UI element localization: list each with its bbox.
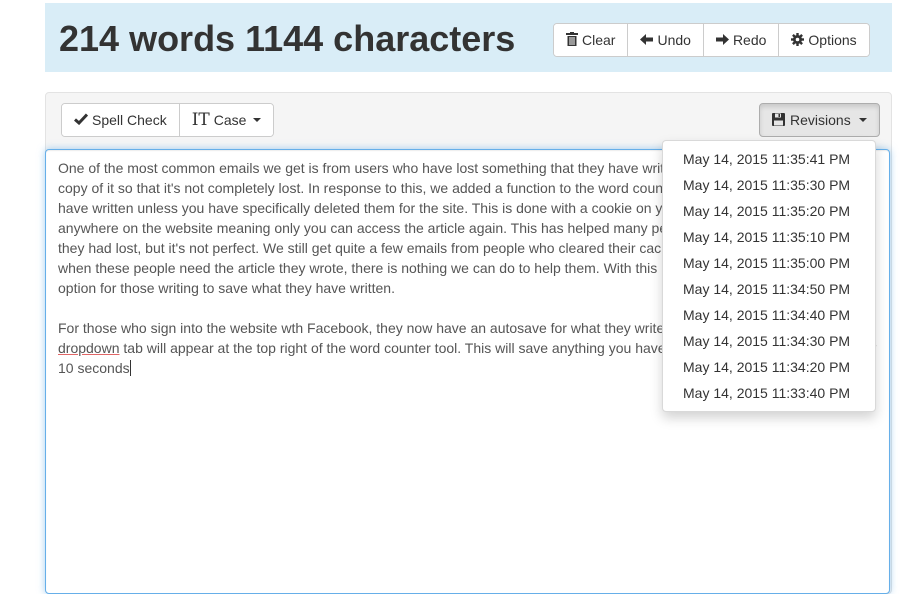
revisions-dropdown-menu: May 14, 2015 11:35:41 PM May 14, 2015 11…	[662, 140, 876, 412]
redo-label: Redo	[732, 32, 767, 48]
misspelled-word[interactable]: dropdown	[58, 340, 120, 356]
arrow-left-icon	[640, 33, 654, 47]
header-bar: 214 words 1144 characters Clear Undo Red…	[45, 3, 892, 72]
revisions-label: Revisions	[790, 112, 851, 128]
revision-item[interactable]: May 14, 2015 11:35:30 PM	[663, 172, 875, 198]
spell-check-label: Spell Check	[92, 112, 167, 128]
revision-item[interactable]: May 14, 2015 11:35:41 PM	[663, 146, 875, 172]
checkmark-icon	[74, 113, 89, 127]
revision-item[interactable]: May 14, 2015 11:35:20 PM	[663, 198, 875, 224]
redo-button[interactable]: Redo	[703, 24, 780, 56]
floppy-disk-icon	[772, 112, 785, 128]
word-count-title: 214 words 1144 characters	[59, 18, 516, 59]
revisions-dropdown-button[interactable]: Revisions	[759, 103, 880, 137]
caret-down-icon	[858, 118, 867, 122]
clear-label: Clear	[582, 32, 616, 48]
revision-item[interactable]: May 14, 2015 11:34:40 PM	[663, 302, 875, 328]
options-label: Options	[808, 32, 857, 48]
arrow-right-icon	[715, 33, 729, 47]
revision-item[interactable]: May 14, 2015 11:34:30 PM	[663, 328, 875, 354]
revision-item[interactable]: May 14, 2015 11:35:00 PM	[663, 250, 875, 276]
undo-label: Undo	[657, 32, 691, 48]
trash-icon	[566, 32, 578, 48]
text-cursor	[129, 360, 131, 376]
case-label: Case	[213, 112, 247, 128]
revision-item[interactable]: May 14, 2015 11:33:40 PM	[663, 380, 875, 406]
case-dropdown-button[interactable]: IT Case	[179, 104, 274, 136]
clear-button[interactable]: Clear	[554, 24, 629, 56]
undo-button[interactable]: Undo	[628, 24, 704, 56]
spell-check-button[interactable]: Spell Check	[62, 104, 180, 136]
revision-item[interactable]: May 14, 2015 11:34:20 PM	[663, 354, 875, 380]
revision-item[interactable]: May 14, 2015 11:35:10 PM	[663, 224, 875, 250]
text-case-icon: IT	[191, 109, 210, 130]
caret-down-icon	[253, 118, 262, 122]
header-button-group: Clear Undo Redo Options	[553, 23, 870, 57]
revision-item[interactable]: May 14, 2015 11:34:50 PM	[663, 276, 875, 302]
options-button[interactable]: Options	[779, 24, 869, 56]
gear-icon	[791, 32, 805, 48]
editor-toolbar-group: Spell Check IT Case	[61, 103, 275, 137]
